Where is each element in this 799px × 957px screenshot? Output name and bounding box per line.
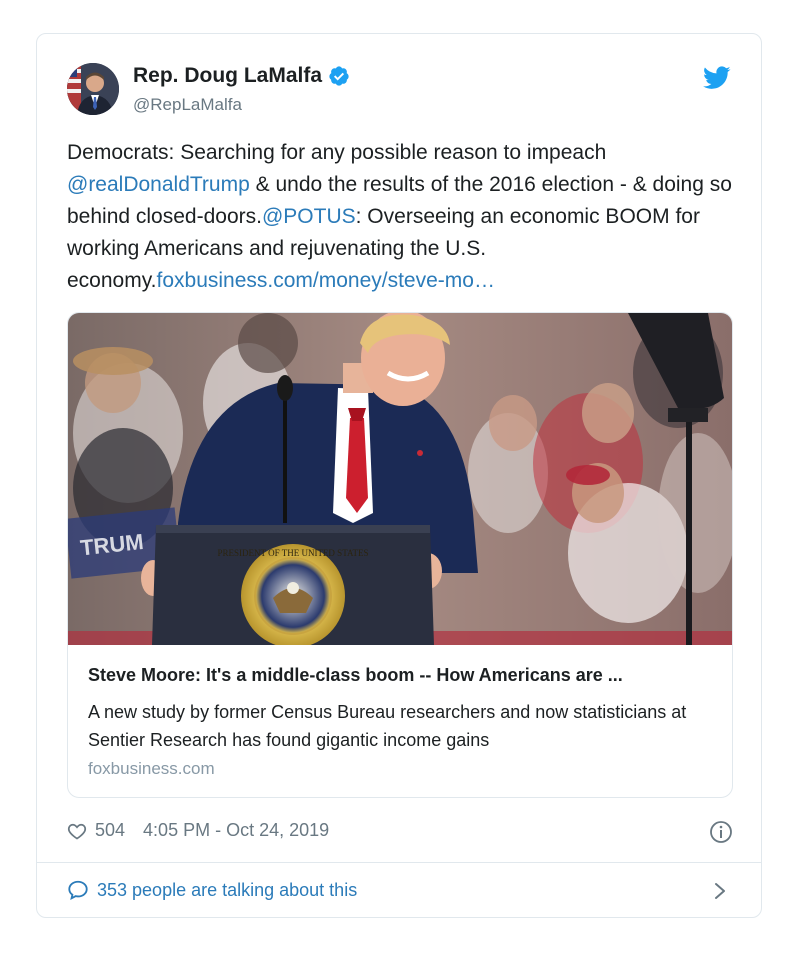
article-title[interactable]: Steve Moore: It's a middle-class boom --…	[88, 665, 718, 686]
info-icon[interactable]	[709, 820, 733, 844]
mention-realdonaldtrump-link[interactable]: @realDonaldTrump	[67, 173, 250, 196]
verified-badge-icon	[329, 66, 349, 86]
seal-text: PRESIDENT OF THE UNITED STATES	[218, 548, 369, 558]
chevron-right-icon[interactable]	[713, 881, 727, 901]
tweet-timestamp[interactable]: 4:05 PM - Oct 24, 2019	[143, 820, 329, 841]
tweet-meta: 504 4:05 PM - Oct 24, 2019	[67, 820, 329, 841]
author-name-text[interactable]: Rep. Doug LaMalfa	[133, 64, 322, 88]
mention-potus-link[interactable]: @POTUS	[262, 205, 356, 228]
talking-count-text[interactable]: 353 people are talking about this	[97, 880, 357, 901]
like-count[interactable]: 504	[95, 820, 125, 841]
article-description[interactable]: A new study by former Census Bureau rese…	[88, 698, 718, 754]
heart-icon[interactable]	[67, 821, 87, 841]
conversation-link[interactable]: 353 people are talking about this	[67, 879, 357, 901]
footer-divider	[37, 862, 761, 863]
article-photo[interactable]: TRUM PRESIDENT OF THE UNITED STATES	[68, 313, 733, 645]
article-domain[interactable]: foxbusiness.com	[88, 759, 215, 779]
author-name[interactable]: Rep. Doug LaMalfa	[133, 64, 350, 88]
article-url-link[interactable]: foxbusiness.com/money/steve-mo…	[157, 269, 495, 292]
tweet-text-part-1: Democrats: Searching for any possible re…	[67, 141, 607, 164]
speech-bubble-icon	[68, 880, 88, 900]
link-preview-card[interactable]: TRUM PRESIDENT OF THE UNITED STATES Stev…	[67, 312, 733, 798]
tweet-card: Rep. Doug LaMalfa @RepLaMalfa Democrats:…	[36, 33, 762, 918]
twitter-bird-icon[interactable]	[703, 66, 731, 90]
avatar[interactable]	[67, 63, 119, 115]
tweet-text: Democrats: Searching for any possible re…	[67, 137, 737, 297]
avatar-image	[67, 63, 119, 115]
author-handle[interactable]: @RepLaMalfa	[133, 95, 242, 115]
